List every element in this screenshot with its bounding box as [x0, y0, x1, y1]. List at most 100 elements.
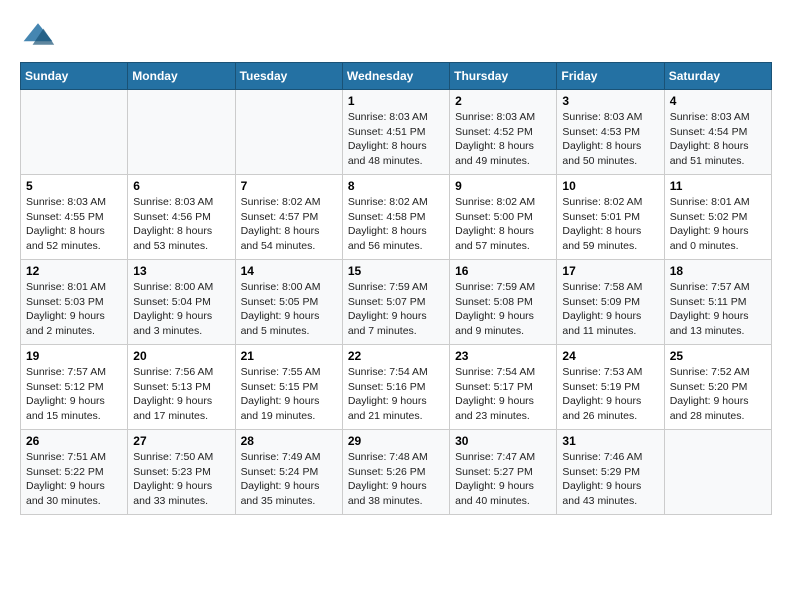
- day-info: Sunrise: 7:57 AMSunset: 5:12 PMDaylight:…: [26, 365, 122, 424]
- day-info: Sunrise: 7:59 AMSunset: 5:08 PMDaylight:…: [455, 280, 551, 339]
- calendar-cell: 11 Sunrise: 8:01 AMSunset: 5:02 PMDayligh…: [664, 175, 771, 260]
- day-info: Sunrise: 7:49 AMSunset: 5:24 PMDaylight:…: [241, 450, 337, 509]
- calendar-cell: 6Sunrise: 8:03 AMSunset: 4:56 PMDaylight…: [128, 175, 235, 260]
- day-number: 5: [26, 179, 122, 193]
- calendar-cell: 1 Sunrise: 8:03 AMSunset: 4:51 PMDaylight…: [342, 90, 449, 175]
- calendar-cell: 29 Sunrise: 7:48 AMSunset: 5:26 PMDayligh…: [342, 430, 449, 515]
- day-info: Sunrise: 7:59 AMSunset: 5:07 PMDaylight:…: [348, 280, 444, 339]
- calendar-cell: 4 Sunrise: 8:03 AMSunset: 4:54 PMDaylight…: [664, 90, 771, 175]
- day-number: 15: [348, 264, 444, 278]
- day-header: Tuesday: [235, 63, 342, 90]
- day-number: 28: [241, 434, 337, 448]
- day-header: Sunday: [21, 63, 128, 90]
- day-number: 19: [26, 349, 122, 363]
- day-info: Sunrise: 7:47 AMSunset: 5:27 PMDaylight:…: [455, 450, 551, 509]
- day-number: 2: [455, 94, 551, 108]
- day-number: 10: [562, 179, 658, 193]
- day-info: Sunrise: 7:56 AMSunset: 5:13 PMDaylight:…: [133, 365, 229, 424]
- day-info: Sunrise: 8:03 AMSunset: 4:51 PMDaylight:…: [348, 110, 444, 169]
- day-info: Sunrise: 7:58 AMSunset: 5:09 PMDaylight:…: [562, 280, 658, 339]
- calendar-cell: 22 Sunrise: 7:54 AMSunset: 5:16 PMDayligh…: [342, 345, 449, 430]
- header: [20, 16, 772, 52]
- day-number: 17: [562, 264, 658, 278]
- day-header: Thursday: [450, 63, 557, 90]
- calendar-cell: 2 Sunrise: 8:03 AMSunset: 4:52 PMDaylight…: [450, 90, 557, 175]
- calendar-cell: 3Sunrise: 8:03 AMSunset: 4:53 PMDaylight…: [557, 90, 664, 175]
- calendar-header: SundayMondayTuesdayWednesdayThursdayFrid…: [21, 63, 772, 90]
- day-number: 22: [348, 349, 444, 363]
- calendar-cell: 25 Sunrise: 7:52 AMSunset: 5:20 PMDayligh…: [664, 345, 771, 430]
- day-info: Sunrise: 8:01 AMSunset: 5:02 PMDaylight:…: [670, 195, 766, 254]
- day-info: Sunrise: 8:02 AMSunset: 5:01 PMDaylight:…: [562, 195, 658, 254]
- day-number: 25: [670, 349, 766, 363]
- calendar-cell: 13Sunrise: 8:00 AMSunset: 5:04 PMDayligh…: [128, 260, 235, 345]
- calendar-cell: 23 Sunrise: 7:54 AMSunset: 5:17 PMDayligh…: [450, 345, 557, 430]
- day-number: 7: [241, 179, 337, 193]
- calendar-cell: 9 Sunrise: 8:02 AMSunset: 5:00 PMDaylight…: [450, 175, 557, 260]
- day-info: Sunrise: 8:03 AMSunset: 4:52 PMDaylight:…: [455, 110, 551, 169]
- calendar-cell: 8Sunrise: 8:02 AMSunset: 4:58 PMDaylight…: [342, 175, 449, 260]
- calendar-cell: 31 Sunrise: 7:46 AMSunset: 5:29 PMDayligh…: [557, 430, 664, 515]
- day-header: Wednesday: [342, 63, 449, 90]
- day-number: 29: [348, 434, 444, 448]
- days-header-row: SundayMondayTuesdayWednesdayThursdayFrid…: [21, 63, 772, 90]
- day-number: 14: [241, 264, 337, 278]
- calendar-week-row: 12Sunrise: 8:01 AMSunset: 5:03 PMDayligh…: [21, 260, 772, 345]
- day-info: Sunrise: 8:02 AMSunset: 5:00 PMDaylight:…: [455, 195, 551, 254]
- calendar-week-row: 1 Sunrise: 8:03 AMSunset: 4:51 PMDaylight…: [21, 90, 772, 175]
- day-number: 12: [26, 264, 122, 278]
- day-header: Friday: [557, 63, 664, 90]
- day-header: Saturday: [664, 63, 771, 90]
- calendar-table: SundayMondayTuesdayWednesdayThursdayFrid…: [20, 62, 772, 515]
- calendar-cell: 5 Sunrise: 8:03 AMSunset: 4:55 PMDaylight…: [21, 175, 128, 260]
- day-number: 21: [241, 349, 337, 363]
- day-number: 31: [562, 434, 658, 448]
- day-number: 23: [455, 349, 551, 363]
- calendar-cell: 27 Sunrise: 7:50 AMSunset: 5:23 PMDayligh…: [128, 430, 235, 515]
- logo: [20, 16, 62, 52]
- calendar-week-row: 5 Sunrise: 8:03 AMSunset: 4:55 PMDaylight…: [21, 175, 772, 260]
- day-number: 26: [26, 434, 122, 448]
- day-header: Monday: [128, 63, 235, 90]
- calendar-cell: 12Sunrise: 8:01 AMSunset: 5:03 PMDayligh…: [21, 260, 128, 345]
- day-info: Sunrise: 7:54 AMSunset: 5:16 PMDaylight:…: [348, 365, 444, 424]
- calendar-cell: [235, 90, 342, 175]
- calendar-cell: 7Sunrise: 8:02 AMSunset: 4:57 PMDaylight…: [235, 175, 342, 260]
- day-info: Sunrise: 7:46 AMSunset: 5:29 PMDaylight:…: [562, 450, 658, 509]
- calendar-cell: 14 Sunrise: 8:00 AMSunset: 5:05 PMDayligh…: [235, 260, 342, 345]
- day-info: Sunrise: 7:53 AMSunset: 5:19 PMDaylight:…: [562, 365, 658, 424]
- day-info: Sunrise: 7:52 AMSunset: 5:20 PMDaylight:…: [670, 365, 766, 424]
- calendar-cell: 26 Sunrise: 7:51 AMSunset: 5:22 PMDayligh…: [21, 430, 128, 515]
- calendar-cell: 20Sunrise: 7:56 AMSunset: 5:13 PMDayligh…: [128, 345, 235, 430]
- calendar-cell: 15 Sunrise: 7:59 AMSunset: 5:07 PMDayligh…: [342, 260, 449, 345]
- day-number: 27: [133, 434, 229, 448]
- day-info: Sunrise: 8:00 AMSunset: 5:05 PMDaylight:…: [241, 280, 337, 339]
- logo-icon: [20, 16, 56, 52]
- day-info: Sunrise: 8:02 AMSunset: 4:58 PMDaylight:…: [348, 195, 444, 254]
- day-info: Sunrise: 7:57 AMSunset: 5:11 PMDaylight:…: [670, 280, 766, 339]
- calendar-cell: 21 Sunrise: 7:55 AMSunset: 5:15 PMDayligh…: [235, 345, 342, 430]
- day-number: 30: [455, 434, 551, 448]
- day-info: Sunrise: 8:03 AMSunset: 4:54 PMDaylight:…: [670, 110, 766, 169]
- day-number: 6: [133, 179, 229, 193]
- day-number: 4: [670, 94, 766, 108]
- calendar-cell: 17 Sunrise: 7:58 AMSunset: 5:09 PMDayligh…: [557, 260, 664, 345]
- calendar-body: 1 Sunrise: 8:03 AMSunset: 4:51 PMDaylight…: [21, 90, 772, 515]
- page: SundayMondayTuesdayWednesdayThursdayFrid…: [0, 0, 792, 531]
- day-info: Sunrise: 7:48 AMSunset: 5:26 PMDaylight:…: [348, 450, 444, 509]
- calendar-week-row: 19 Sunrise: 7:57 AMSunset: 5:12 PMDayligh…: [21, 345, 772, 430]
- day-info: Sunrise: 7:54 AMSunset: 5:17 PMDaylight:…: [455, 365, 551, 424]
- day-number: 1: [348, 94, 444, 108]
- day-info: Sunrise: 7:55 AMSunset: 5:15 PMDaylight:…: [241, 365, 337, 424]
- day-number: 11: [670, 179, 766, 193]
- calendar-cell: [21, 90, 128, 175]
- day-info: Sunrise: 8:03 AMSunset: 4:55 PMDaylight:…: [26, 195, 122, 254]
- calendar-cell: [128, 90, 235, 175]
- day-info: Sunrise: 7:51 AMSunset: 5:22 PMDaylight:…: [26, 450, 122, 509]
- calendar-cell: 16Sunrise: 7:59 AMSunset: 5:08 PMDayligh…: [450, 260, 557, 345]
- day-number: 9: [455, 179, 551, 193]
- day-info: Sunrise: 7:50 AMSunset: 5:23 PMDaylight:…: [133, 450, 229, 509]
- calendar-cell: 18 Sunrise: 7:57 AMSunset: 5:11 PMDayligh…: [664, 260, 771, 345]
- calendar-cell: [664, 430, 771, 515]
- day-number: 18: [670, 264, 766, 278]
